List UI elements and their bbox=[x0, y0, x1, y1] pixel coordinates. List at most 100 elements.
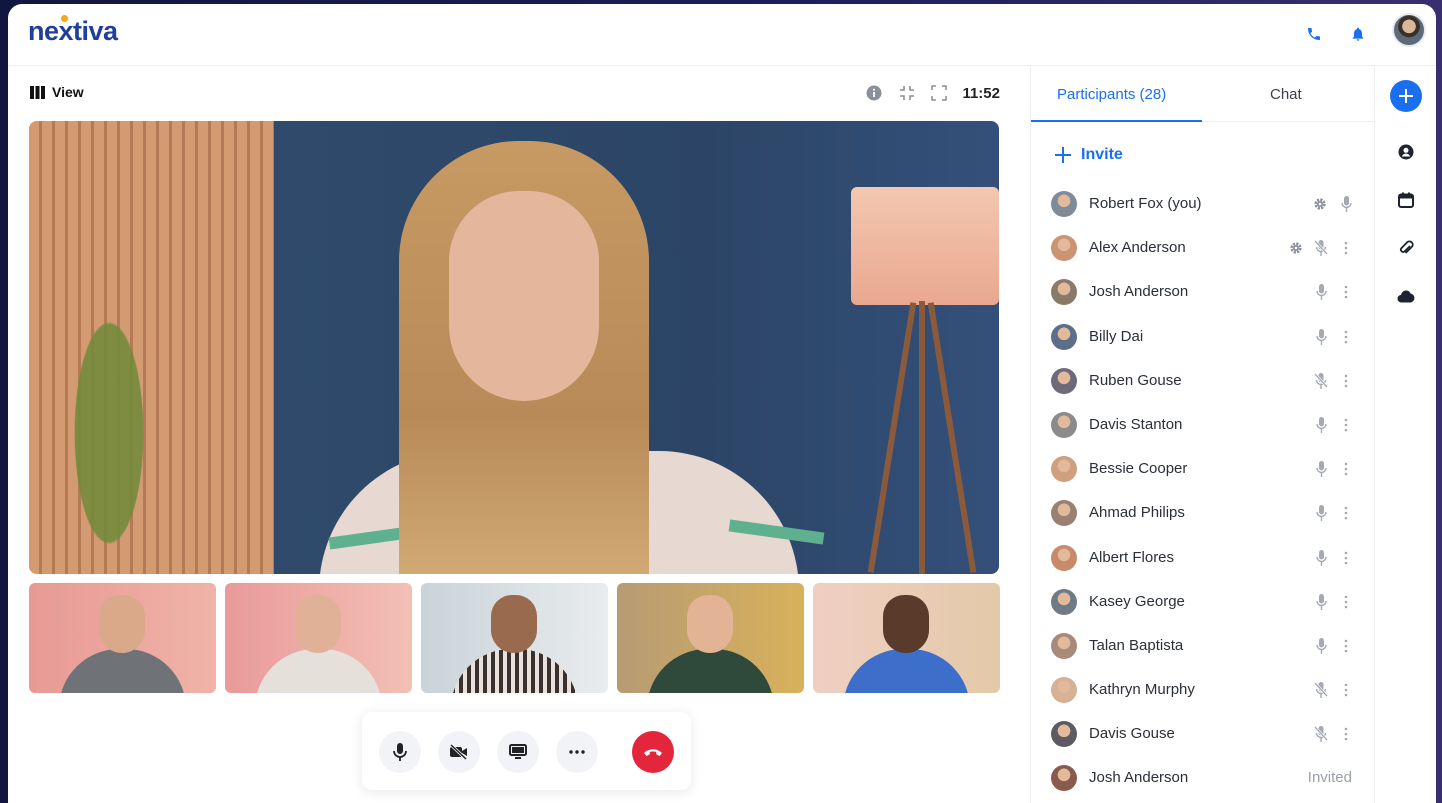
more-vertical-icon[interactable] bbox=[1338, 681, 1354, 699]
more-vertical-icon[interactable] bbox=[1338, 593, 1354, 611]
call-controls bbox=[362, 712, 691, 790]
more-options-button[interactable] bbox=[556, 731, 598, 773]
expand-icon[interactable] bbox=[930, 84, 948, 102]
video-thumbnail[interactable] bbox=[617, 583, 804, 693]
calendar-icon bbox=[1398, 192, 1414, 208]
attachment-icon bbox=[1400, 240, 1414, 254]
calendar-button[interactable] bbox=[1392, 186, 1420, 214]
tab-participants[interactable]: Participants (28) bbox=[1057, 86, 1166, 103]
contacts-icon bbox=[1398, 144, 1414, 160]
screen-share-button[interactable] bbox=[497, 731, 539, 773]
participant-row[interactable]: Albert Flores bbox=[1031, 536, 1374, 580]
participant-row[interactable]: Ahmad Philips bbox=[1031, 491, 1374, 535]
thumbnail-face bbox=[491, 595, 537, 653]
video-thumbnail[interactable] bbox=[29, 583, 216, 693]
stage-toolbar: View 11:52 bbox=[30, 82, 1000, 106]
speaker-face bbox=[449, 191, 599, 401]
contacts-button[interactable] bbox=[1392, 138, 1420, 166]
participant-name: Ruben Gouse bbox=[1089, 371, 1182, 389]
participant-name: Kasey George bbox=[1089, 592, 1185, 610]
more-vertical-icon[interactable] bbox=[1338, 283, 1354, 301]
right-rail bbox=[1374, 66, 1436, 803]
thumbnail-face bbox=[687, 595, 733, 653]
invite-button[interactable]: Invite bbox=[1054, 146, 1123, 164]
participant-row[interactable]: Billy Dai bbox=[1031, 315, 1374, 359]
participant-name: Davis Gouse bbox=[1089, 725, 1175, 743]
end-call-button[interactable] bbox=[632, 731, 674, 773]
end-call-icon bbox=[644, 749, 662, 756]
more-vertical-icon[interactable] bbox=[1338, 416, 1354, 434]
participant-row[interactable]: Davis Gouse bbox=[1031, 712, 1374, 756]
tab-chat[interactable]: Chat bbox=[1270, 86, 1302, 103]
participant-row[interactable]: Josh Anderson bbox=[1031, 270, 1374, 314]
thumbnail-face bbox=[295, 595, 341, 653]
participant-name: Kathryn Murphy bbox=[1089, 681, 1195, 699]
participant-row[interactable]: Ruben Gouse bbox=[1031, 359, 1374, 403]
active-tab-indicator bbox=[1031, 120, 1202, 122]
more-vertical-icon[interactable] bbox=[1338, 637, 1354, 655]
participant-row[interactable]: Davis Stanton bbox=[1031, 403, 1374, 447]
participant-row[interactable]: Kasey George bbox=[1031, 580, 1374, 624]
thumbnail-person bbox=[647, 649, 774, 693]
thumbnail-person bbox=[843, 649, 970, 693]
microphone-icon bbox=[1313, 504, 1329, 522]
grid-view-icon bbox=[30, 85, 45, 99]
nextiva-logo[interactable]: nextiva bbox=[28, 15, 118, 47]
add-button[interactable] bbox=[1390, 80, 1422, 112]
participant-avatar bbox=[1051, 411, 1077, 438]
settings-icon[interactable] bbox=[1312, 195, 1328, 213]
plus-icon bbox=[1055, 147, 1071, 163]
microphone-button[interactable] bbox=[379, 731, 421, 773]
participant-row[interactable]: Talan Baptista bbox=[1031, 624, 1374, 668]
main-speaker-video[interactable] bbox=[29, 121, 999, 574]
participant-row[interactable]: Josh Anderson Invited bbox=[1031, 756, 1374, 800]
settings-icon[interactable] bbox=[1288, 239, 1304, 257]
attachment-button[interactable] bbox=[1392, 234, 1420, 262]
more-vertical-icon[interactable] bbox=[1338, 549, 1354, 567]
participant-avatar bbox=[1051, 765, 1077, 792]
microphone-icon bbox=[1313, 328, 1329, 346]
participant-thumbnails bbox=[29, 583, 1000, 693]
participant-row[interactable]: Robert Fox (you) bbox=[1031, 182, 1374, 226]
participant-list: Robert Fox (you) Alex Anderson Josh Anders… bbox=[1031, 182, 1374, 801]
more-vertical-icon[interactable] bbox=[1338, 504, 1354, 522]
info-icon[interactable] bbox=[865, 84, 883, 102]
bell-icon[interactable] bbox=[1346, 22, 1370, 46]
screen-share-icon bbox=[509, 744, 527, 759]
participant-avatar bbox=[1051, 279, 1077, 306]
participant-avatar bbox=[1051, 323, 1077, 350]
microphone-icon bbox=[1313, 283, 1329, 301]
more-vertical-icon[interactable] bbox=[1338, 460, 1354, 478]
camera-button[interactable] bbox=[438, 731, 480, 773]
participant-row[interactable]: Bessie Cooper bbox=[1031, 447, 1374, 491]
video-thumbnail[interactable] bbox=[813, 583, 1000, 693]
microphone-icon bbox=[1313, 637, 1329, 655]
user-avatar[interactable] bbox=[1392, 13, 1426, 47]
more-vertical-icon[interactable] bbox=[1338, 239, 1354, 257]
participant-name: Ahmad Philips bbox=[1089, 504, 1185, 522]
logo-dot bbox=[61, 15, 68, 22]
participant-row[interactable]: Alex Anderson bbox=[1031, 226, 1374, 270]
thumbnail-face bbox=[99, 595, 145, 653]
view-button[interactable]: View bbox=[30, 84, 84, 100]
more-vertical-icon[interactable] bbox=[1338, 725, 1354, 743]
phone-icon[interactable] bbox=[1302, 22, 1326, 46]
collapse-icon[interactable] bbox=[898, 84, 916, 102]
microphone-icon bbox=[393, 743, 407, 761]
participant-avatar bbox=[1051, 456, 1077, 483]
video-thumbnail[interactable] bbox=[225, 583, 412, 693]
more-vertical-icon[interactable] bbox=[1338, 328, 1354, 346]
more-icon bbox=[569, 750, 585, 754]
participant-avatar bbox=[1051, 588, 1077, 615]
cloud-button[interactable] bbox=[1392, 282, 1420, 310]
participant-name: Davis Stanton bbox=[1089, 415, 1183, 433]
top-bar: nextiva bbox=[8, 4, 1436, 66]
participant-name: Billy Dai bbox=[1089, 327, 1144, 345]
participant-name: Robert Fox (you) bbox=[1089, 195, 1202, 212]
video-thumbnail[interactable] bbox=[421, 583, 608, 693]
participant-row[interactable]: Kathryn Murphy bbox=[1031, 668, 1374, 712]
participant-status: Invited bbox=[1307, 769, 1352, 787]
participant-avatar bbox=[1051, 632, 1077, 659]
more-vertical-icon[interactable] bbox=[1338, 372, 1354, 390]
participant-avatar bbox=[1051, 191, 1077, 217]
